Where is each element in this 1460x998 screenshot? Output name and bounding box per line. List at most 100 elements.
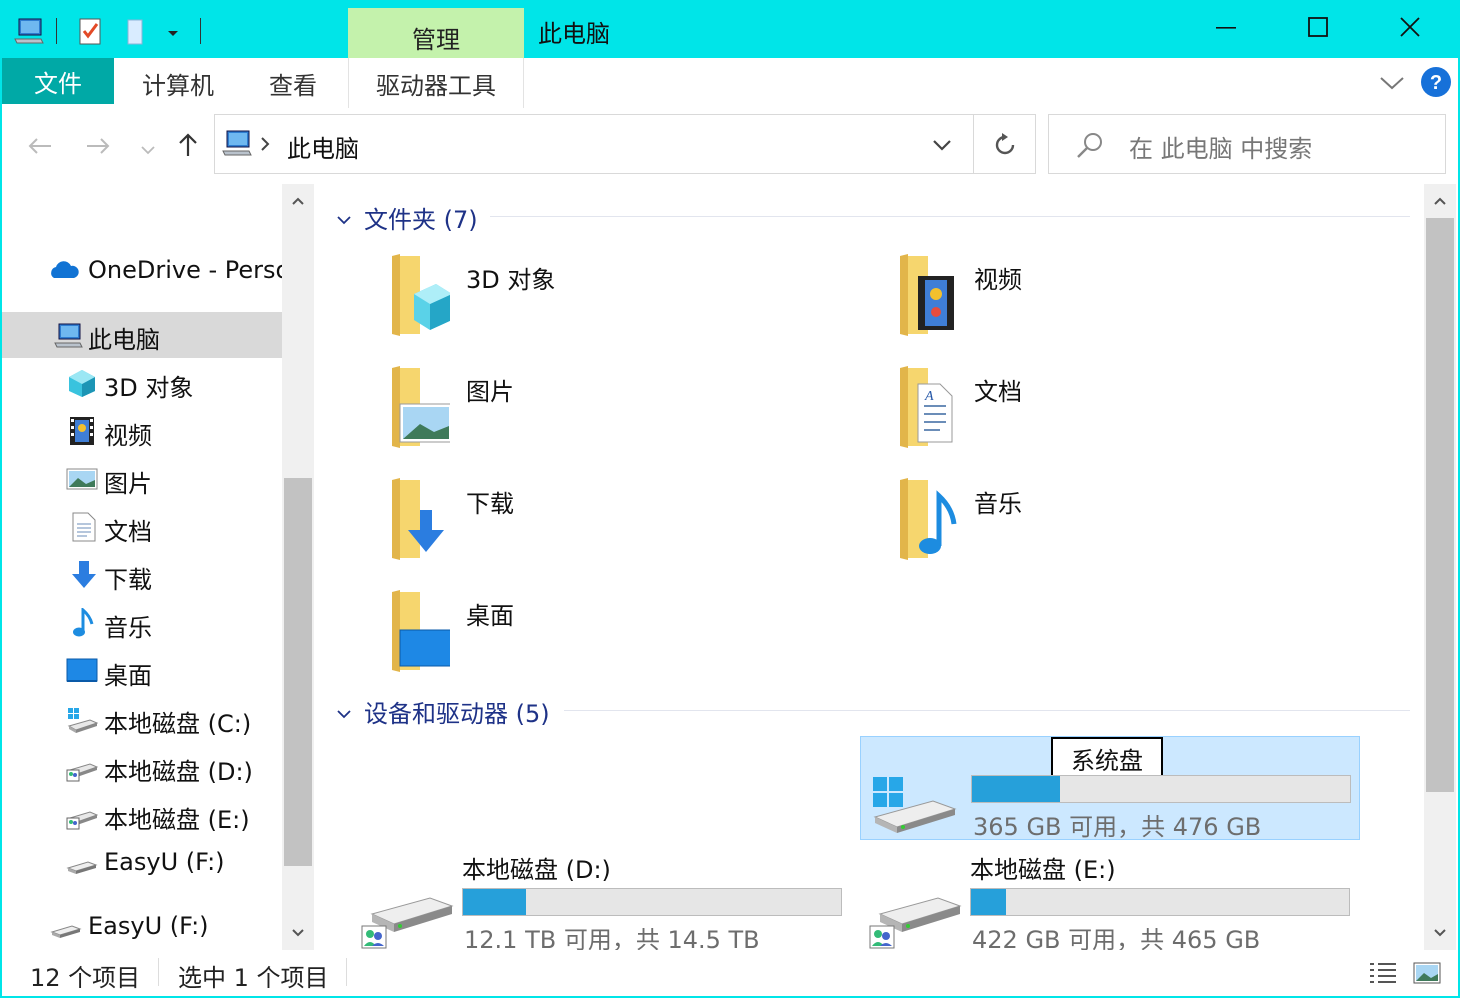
expand-ribbon-icon[interactable] — [1378, 70, 1406, 98]
this-pc-icon[interactable] — [12, 14, 46, 48]
selection-count: 选中 1 个项目 — [178, 964, 329, 992]
drive-usage-bar — [462, 888, 842, 916]
folder-name: 下载 — [466, 490, 514, 518]
scroll-down-icon[interactable] — [1424, 916, 1456, 950]
folder-3d-objects-icon — [392, 254, 450, 336]
nav-item-desktop[interactable]: 桌面 — [2, 648, 282, 694]
status-bar: 12 个项目 选中 1 个项目 — [2, 950, 1458, 996]
scrollbar-thumb[interactable] — [284, 478, 312, 866]
content-scrollbar[interactable] — [1424, 184, 1456, 950]
folder-name: 3D 对象 — [466, 266, 556, 294]
folder-tile-desktop[interactable]: 桌面 — [330, 590, 800, 690]
shared-drive-icon — [361, 897, 454, 949]
nav-item-pictures[interactable]: 图片 — [2, 456, 282, 502]
nav-item-easyu-f-root[interactable]: EasyU (F:) — [2, 904, 282, 950]
group-title: 文件夹 (7) — [364, 206, 478, 234]
drive-usage-fill — [971, 889, 1006, 915]
tab-computer[interactable]: 计算机 — [122, 58, 234, 108]
tab-manage[interactable]: 管理 — [348, 8, 524, 58]
tab-file[interactable]: 文件 — [2, 58, 114, 104]
folder-videos-icon — [900, 254, 954, 336]
drive-usage-fill — [463, 889, 526, 915]
drive-label: 本地磁盘 (D:) — [462, 856, 611, 884]
scrollbar-thumb[interactable] — [1426, 218, 1454, 792]
breadcrumb-this-pc[interactable]: 此电脑 — [287, 129, 359, 164]
nav-label: 本地磁盘 (C:) — [104, 710, 252, 738]
folders-group-header[interactable]: 文件夹 (7) — [336, 200, 478, 235]
drive-tile-d[interactable]: 本地磁盘 (D:) 12.1 TB 可用，共 14.5 TB — [352, 850, 852, 950]
scroll-up-icon[interactable] — [1424, 184, 1456, 218]
nav-item-drive-c[interactable]: 本地磁盘 (C:) — [2, 696, 282, 742]
tab-view[interactable]: 查看 — [238, 58, 348, 108]
folder-tile-videos[interactable]: 视频 — [838, 254, 1308, 354]
nav-label: 音乐 — [104, 614, 152, 642]
forward-button[interactable] — [78, 130, 118, 166]
usb-drive-icon — [66, 861, 98, 874]
nav-label: 3D 对象 — [104, 374, 194, 402]
nav-item-onedrive[interactable]: OneDrive - Perso — [2, 248, 282, 294]
nav-item-drive-e[interactable]: 本地磁盘 (E:) — [2, 792, 282, 838]
nav-item-videos[interactable]: 视频 — [2, 408, 282, 454]
nav-item-downloads[interactable]: 下载 — [2, 552, 282, 598]
nav-label: OneDrive - Perso — [88, 256, 282, 284]
navigation-pane-scrollbar[interactable] — [282, 184, 314, 950]
drive-tile-e[interactable]: 本地磁盘 (E:) 422 GB 可用，共 465 GB — [860, 850, 1360, 950]
folder-documents-icon: A — [900, 366, 953, 448]
help-icon[interactable]: ? — [1420, 66, 1452, 102]
scroll-up-icon[interactable] — [282, 184, 314, 218]
close-button[interactable] — [1364, 0, 1456, 58]
customize-qat-icon[interactable] — [156, 14, 190, 48]
shared-drive-icon — [66, 763, 98, 782]
new-folder-icon[interactable] — [118, 14, 152, 48]
large-icons-view-icon[interactable] — [1412, 960, 1442, 992]
drive-usage-fill — [972, 776, 1061, 802]
nav-item-documents[interactable]: 文档 — [2, 504, 282, 550]
properties-icon[interactable] — [74, 14, 108, 48]
arrow-left-icon — [27, 133, 53, 163]
nav-item-music[interactable]: 音乐 — [2, 600, 282, 646]
this-pc-icon — [221, 129, 253, 161]
onedrive-icon — [51, 261, 79, 278]
folder-pictures-icon — [392, 366, 450, 448]
nav-item-easyu-f[interactable]: EasyU (F:) — [2, 840, 282, 886]
svg-text:A: A — [924, 389, 934, 404]
file-explorer-window: 管理 此电脑 文件 计算机 查看 驱动器工具 ? 此电脑 在 此电脑 中搜索 O… — [2, 0, 1458, 996]
nav-label: EasyU (F:) — [88, 912, 209, 940]
drive-tile-system[interactable]: 系统盘 365 GB 可用，共 476 GB — [860, 736, 1360, 841]
folder-tile-music[interactable]: 音乐 — [838, 478, 1308, 578]
drive-space-info: 365 GB 可用，共 476 GB — [973, 813, 1262, 841]
search-input[interactable]: 在 此电脑 中搜索 — [1048, 114, 1446, 174]
nav-label: 桌面 — [104, 662, 152, 690]
address-bar[interactable]: 此电脑 — [214, 114, 1036, 174]
usb-drive-icon — [50, 925, 82, 938]
back-button[interactable] — [20, 130, 60, 166]
refresh-icon[interactable] — [991, 131, 1019, 163]
qat-separator — [56, 18, 57, 44]
breadcrumb-chevron-icon[interactable] — [259, 135, 271, 157]
download-arrow-icon — [72, 561, 96, 588]
qat-separator — [200, 18, 201, 44]
chevron-down-icon — [140, 133, 156, 163]
folder-tile-3d-objects[interactable]: 3D 对象 — [330, 254, 800, 354]
details-view-icon[interactable] — [1368, 960, 1398, 992]
folder-name: 文档 — [974, 378, 1022, 406]
nav-item-drive-d[interactable]: 本地磁盘 (D:) — [2, 744, 282, 790]
address-history-chevron-icon[interactable] — [931, 137, 953, 157]
recent-locations-button[interactable] — [128, 130, 168, 166]
up-button[interactable] — [168, 130, 208, 166]
window-title: 此电脑 — [538, 20, 610, 48]
nav-label: 本地磁盘 (D:) — [104, 758, 253, 786]
nav-item-3d-objects[interactable]: 3D 对象 — [2, 360, 282, 406]
maximize-button[interactable] — [1272, 0, 1364, 58]
nav-item-this-pc[interactable]: 此电脑 — [2, 312, 282, 358]
close-icon — [1398, 15, 1422, 43]
drives-group-header[interactable]: 设备和驱动器 (5) — [336, 694, 550, 729]
folder-tile-pictures[interactable]: 图片 — [330, 366, 800, 466]
folder-tile-documents[interactable]: A 文档 — [838, 366, 1308, 466]
nav-label: EasyU (F:) — [104, 848, 225, 876]
desktop-icon — [66, 658, 98, 682]
tab-drive-tools[interactable]: 驱动器工具 — [348, 58, 524, 108]
scroll-down-icon[interactable] — [282, 916, 314, 950]
minimize-button[interactable] — [1180, 0, 1272, 58]
folder-tile-downloads[interactable]: 下载 — [330, 478, 800, 578]
